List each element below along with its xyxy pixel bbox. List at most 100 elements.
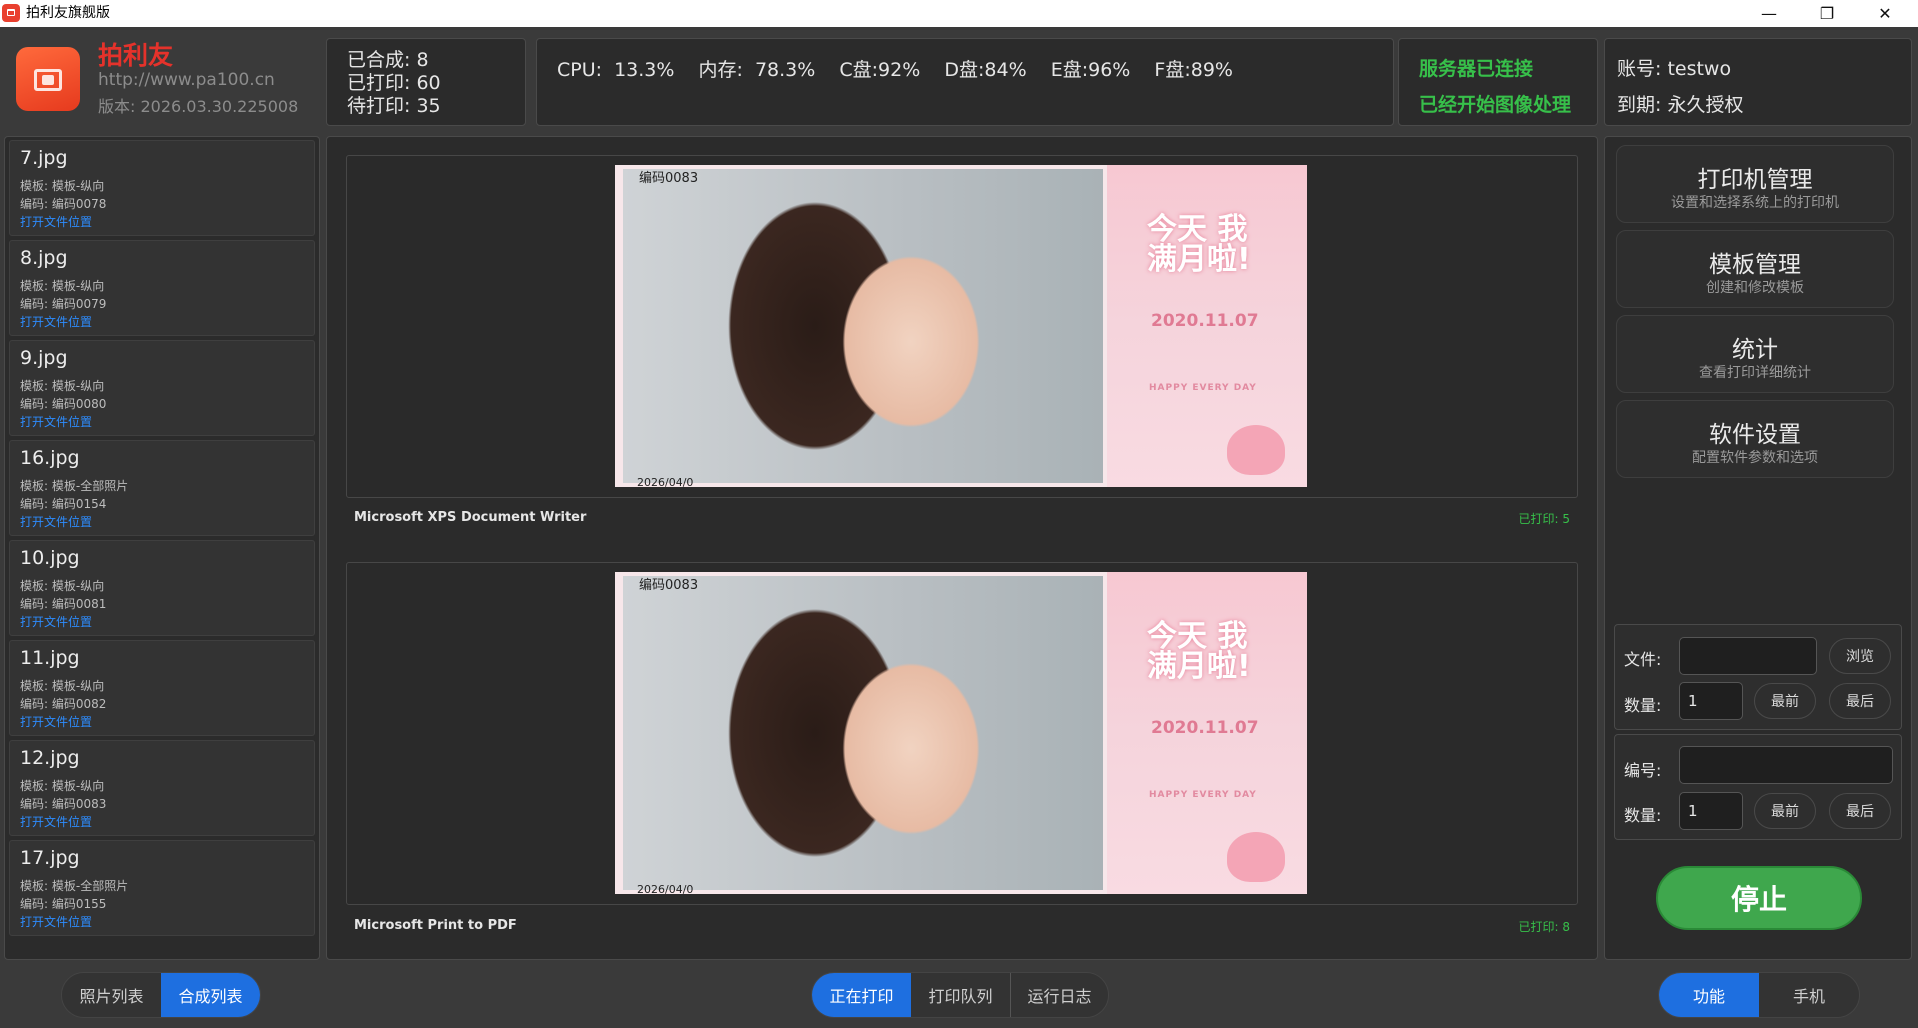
code-qty-input[interactable]: 1 <box>1679 792 1743 830</box>
stop-button[interactable]: 停止 <box>1656 866 1862 930</box>
code-label: 编号: <box>1624 761 1662 780</box>
greeting-card: 今天 我满月啦! 2020.11.07 HAPPY EVERY DAY <box>1107 572 1307 894</box>
open-file-location-link[interactable]: 打开文件位置 <box>20 613 92 630</box>
menu-subtitle: 查看打印详细统计 <box>1699 365 1811 381</box>
server-status: 服务器已连接 <box>1419 58 1534 80</box>
file-template: 模板: 模板-纵向 <box>20 379 105 393</box>
file-list-item[interactable]: 12.jpg 模板: 模板-纵向 编码: 编码0083 打开文件位置 <box>9 740 315 836</box>
card-date: 2020.11.07 <box>1151 311 1259 331</box>
open-file-location-link[interactable]: 打开文件位置 <box>20 713 92 730</box>
menu-title: 打印机管理 <box>1697 167 1813 193</box>
file-list-item[interactable]: 16.jpg 模板: 模板-全部照片 编码: 编码0154 打开文件位置 <box>9 440 315 536</box>
file-name: 16.jpg <box>20 447 80 469</box>
code-first-button[interactable]: 最前 <box>1754 793 1816 829</box>
file-code: 编码: 编码0080 <box>20 397 107 411</box>
printer-management-button[interactable]: 打印机管理 设置和选择系统上的打印机 <box>1616 145 1894 223</box>
brand-logo-icon <box>16 47 80 111</box>
file-list-item[interactable]: 7.jpg 模板: 模板-纵向 编码: 编码0078 打开文件位置 <box>9 140 315 236</box>
file-code: 编码: 编码0082 <box>20 697 107 711</box>
file-name: 11.jpg <box>20 647 80 669</box>
printed-count-2: 已打印: 8 <box>1518 920 1571 934</box>
open-file-location-link[interactable]: 打开文件位置 <box>20 313 92 330</box>
tab-function[interactable]: 功能 <box>1659 973 1759 1017</box>
status-panel: 服务器已连接 已经开始图像处理 <box>1398 38 1598 126</box>
file-list-item[interactable]: 8.jpg 模板: 模板-纵向 编码: 编码0079 打开文件位置 <box>9 240 315 336</box>
printer-name-2: Microsoft Print to PDF <box>354 918 517 933</box>
browse-button[interactable]: 浏览 <box>1829 638 1891 674</box>
open-file-location-link[interactable]: 打开文件位置 <box>20 513 92 530</box>
file-template: 模板: 模板-纵向 <box>20 779 105 793</box>
open-file-location-link[interactable]: 打开文件位置 <box>20 913 92 930</box>
file-name: 7.jpg <box>20 147 68 169</box>
file-name: 17.jpg <box>20 847 80 869</box>
menu-title: 统计 <box>1732 337 1778 363</box>
maximize-button[interactable]: ❐ <box>1798 0 1856 27</box>
software-settings-button[interactable]: 软件设置 配置软件参数和选项 <box>1616 400 1894 478</box>
menu-subtitle: 创建和修改模板 <box>1706 280 1804 296</box>
file-list-item[interactable]: 9.jpg 模板: 模板-纵向 编码: 编码0080 打开文件位置 <box>9 340 315 436</box>
code-tag: 编码0083 <box>639 578 699 593</box>
brand-name: 拍利友 <box>98 41 174 70</box>
tab-photo-list[interactable]: 照片列表 <box>62 973 161 1017</box>
file-label: 文件: <box>1624 650 1662 669</box>
printer-name-1: Microsoft XPS Document Writer <box>354 510 587 525</box>
window-title: 拍利友旗舰版 <box>26 5 110 21</box>
printed-count-1: 已打印: 5 <box>1518 512 1571 526</box>
file-list-item[interactable]: 11.jpg 模板: 模板-纵向 编码: 编码0082 打开文件位置 <box>9 640 315 736</box>
card-happy: HAPPY EVERY DAY <box>1149 790 1257 800</box>
file-code: 编码: 编码0079 <box>20 297 107 311</box>
file-last-button[interactable]: 最后 <box>1829 683 1891 719</box>
menu-subtitle: 配置软件参数和选项 <box>1692 450 1818 466</box>
tab-composed-list[interactable]: 合成列表 <box>161 973 260 1017</box>
open-file-location-link[interactable]: 打开文件位置 <box>20 213 92 230</box>
file-name: 10.jpg <box>20 547 80 569</box>
account-expiry: 到期: 永久授权 <box>1617 94 1744 116</box>
code-last-button[interactable]: 最后 <box>1829 793 1891 829</box>
date-tag: 2026/04/0 <box>637 476 694 487</box>
brand-url: http://www.pa100.cn <box>98 70 275 90</box>
code-tag: 编码0083 <box>639 171 699 186</box>
print-image-2: 今天 我满月啦! 2020.11.07 HAPPY EVERY DAY 编码00… <box>615 572 1307 894</box>
file-name: 8.jpg <box>20 247 68 269</box>
file-template: 模板: 模板-纵向 <box>20 579 105 593</box>
file-code: 编码: 编码0154 <box>20 497 107 511</box>
brand-version: 版本: 2026.03.30.225008 <box>98 97 299 116</box>
stat-printed: 已打印: 60 <box>347 72 441 94</box>
tab-print-queue[interactable]: 打印队列 <box>911 973 1011 1017</box>
minimize-button[interactable]: — <box>1740 0 1798 27</box>
greeting-card: 今天 我满月啦! 2020.11.07 HAPPY EVERY DAY <box>1107 165 1307 487</box>
file-code: 编码: 编码0078 <box>20 197 107 211</box>
processing-status: 已经开始图像处理 <box>1419 94 1572 116</box>
tab-run-log[interactable]: 运行日志 <box>1011 973 1108 1017</box>
system-panel: CPU: 13.3% 内存: 78.3% C盘:92% D盘:84% E盘:96… <box>536 38 1394 126</box>
tab-mobile[interactable]: 手机 <box>1759 973 1859 1017</box>
account-panel: 账号: testwo 到期: 永久授权 <box>1604 38 1912 126</box>
template-management-button[interactable]: 模板管理 创建和修改模板 <box>1616 230 1894 308</box>
open-file-location-link[interactable]: 打开文件位置 <box>20 813 92 830</box>
file-qty-input[interactable]: 1 <box>1679 682 1743 720</box>
open-file-location-link[interactable]: 打开文件位置 <box>20 413 92 430</box>
file-name: 12.jpg <box>20 747 80 769</box>
file-list-item[interactable]: 10.jpg 模板: 模板-纵向 编码: 编码0081 打开文件位置 <box>9 540 315 636</box>
file-first-button[interactable]: 最前 <box>1754 683 1816 719</box>
close-button[interactable]: ✕ <box>1856 0 1914 27</box>
tab-printing[interactable]: 正在打印 <box>812 973 911 1017</box>
menu-title: 模板管理 <box>1709 252 1801 278</box>
system-usage-text: CPU: 13.3% 内存: 78.3% C盘:92% D盘:84% E盘:96… <box>557 59 1233 81</box>
portrait-photo <box>623 169 1103 483</box>
card-date: 2020.11.07 <box>1151 718 1259 738</box>
bunny-illustration <box>1227 832 1285 882</box>
menu-subtitle: 设置和选择系统上的打印机 <box>1671 195 1839 211</box>
stat-composed: 已合成: 8 <box>347 49 429 71</box>
file-list-item[interactable]: 17.jpg 模板: 模板-全部照片 编码: 编码0155 打开文件位置 <box>9 840 315 936</box>
portrait-photo <box>623 576 1103 890</box>
card-title: 今天 我满月啦! <box>1147 212 1251 277</box>
statistics-button[interactable]: 统计 查看打印详细统计 <box>1616 315 1894 393</box>
file-code: 编码: 编码0081 <box>20 597 107 611</box>
list-toggle: 照片列表 合成列表 <box>61 972 261 1018</box>
print-view-toggle: 正在打印 打印队列 运行日志 <box>811 972 1109 1018</box>
code-input[interactable] <box>1679 746 1893 784</box>
file-template: 模板: 模板-纵向 <box>20 679 105 693</box>
file-template: 模板: 模板-全部照片 <box>20 879 129 893</box>
file-input[interactable] <box>1679 637 1817 675</box>
